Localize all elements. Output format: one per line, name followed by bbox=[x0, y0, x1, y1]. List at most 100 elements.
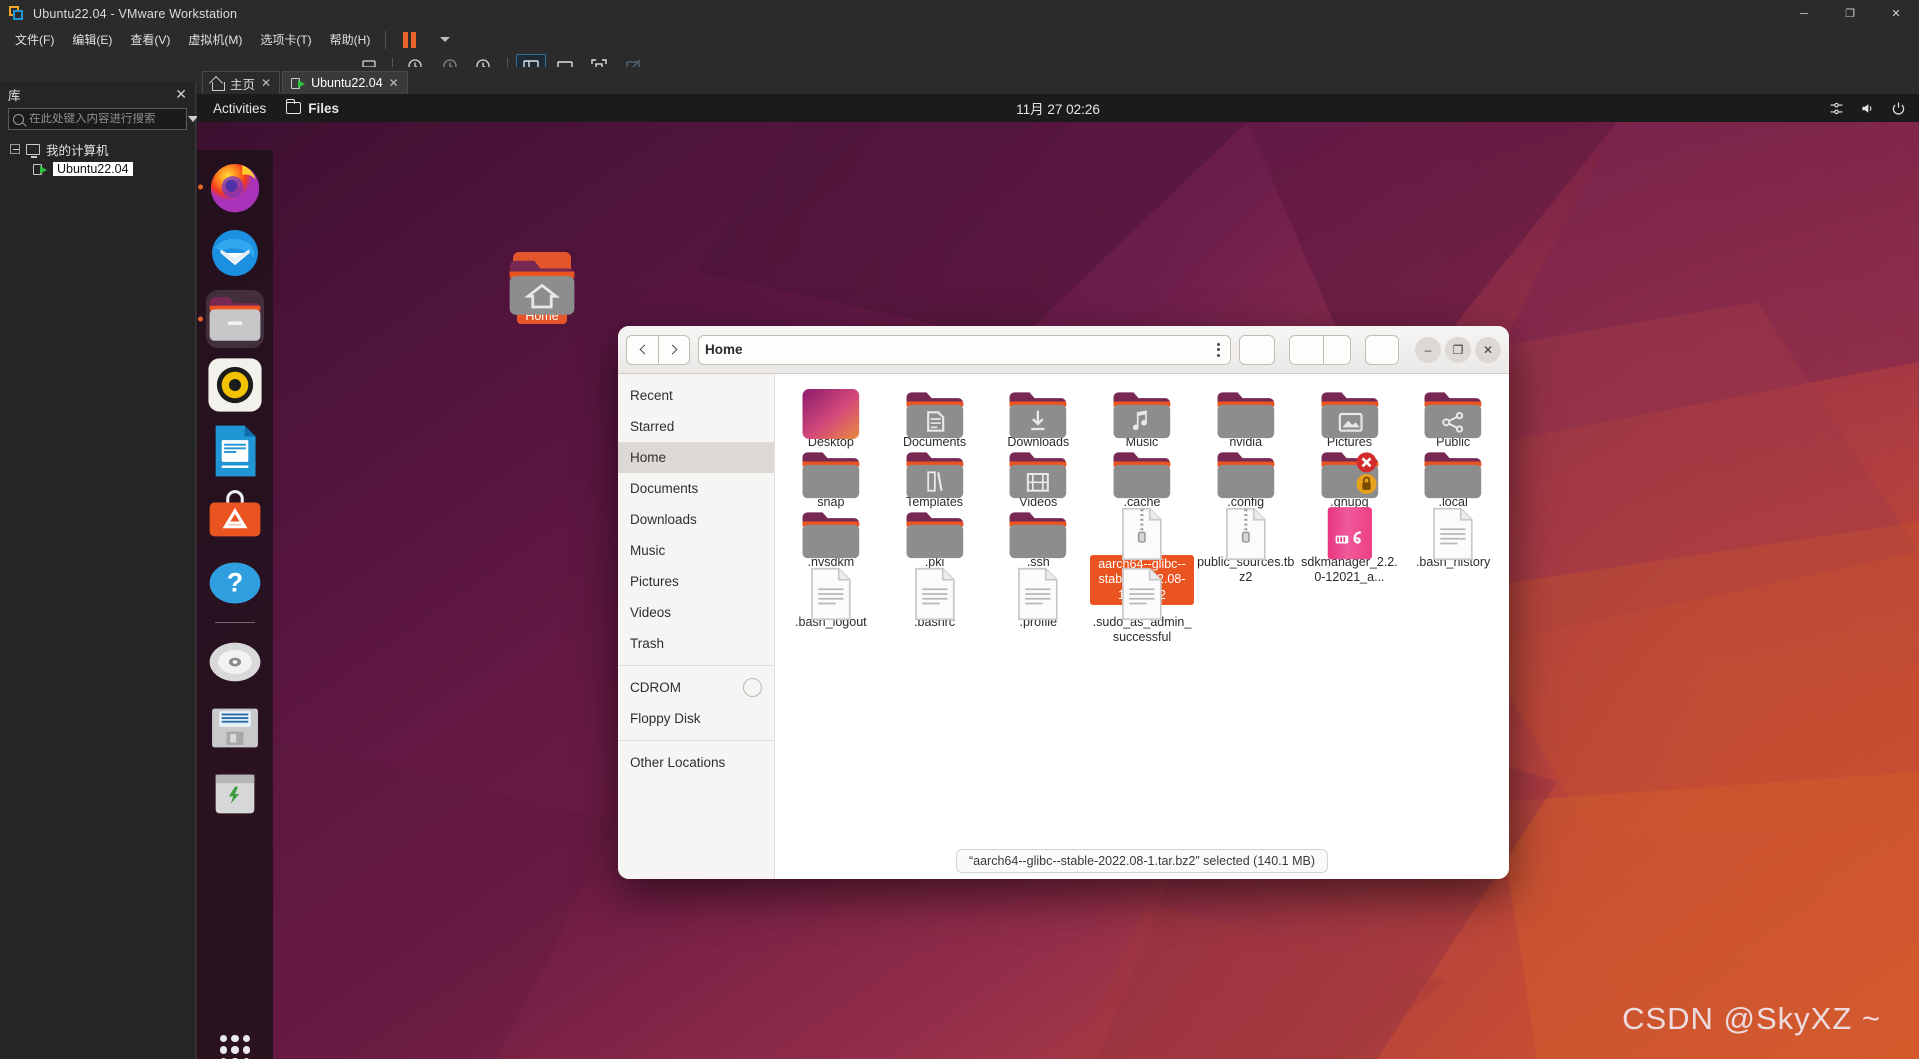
file-item[interactable]: Templates bbox=[883, 444, 987, 509]
file-item[interactable]: .gnupg bbox=[1298, 444, 1402, 509]
ubuntu-software-icon bbox=[209, 490, 261, 537]
dock-item-help[interactable]: ? bbox=[206, 554, 264, 612]
thunderbird-icon bbox=[212, 230, 258, 276]
dock-item-floppy[interactable] bbox=[206, 699, 264, 757]
file-item[interactable]: .config bbox=[1194, 444, 1298, 509]
desktop-wallpaper: ? Home Home – ❐ ✕ Recent Starred Home Do… bbox=[197, 122, 1919, 1059]
vm-icon bbox=[291, 77, 306, 90]
folder-music-icon bbox=[1090, 392, 1194, 439]
dock-item-libreoffice-writer[interactable] bbox=[206, 422, 264, 480]
menu-help[interactable]: 帮助(H) bbox=[321, 28, 380, 51]
file-item[interactable]: .ssh bbox=[986, 504, 1090, 569]
files-sidebar: Recent Starred Home Documents Downloads … bbox=[618, 374, 1284, 879]
file-item[interactable]: .bash_history bbox=[1401, 504, 1505, 569]
tab-close-icon[interactable]: ✕ bbox=[261, 76, 271, 90]
window-title: Ubuntu22.04 - VMware Workstation bbox=[33, 6, 238, 21]
folder-public-icon bbox=[1401, 392, 1505, 439]
tab-label: 主页 bbox=[230, 77, 256, 92]
activities-button[interactable]: Activities bbox=[203, 101, 276, 116]
file-item[interactable]: sdkmanager_2.2.0-12021_a... bbox=[1298, 504, 1402, 584]
dock-item-trash[interactable] bbox=[206, 765, 264, 823]
tree-item-label: Ubuntu22.04 bbox=[53, 162, 133, 176]
file-item[interactable]: .sudo_as_admin_successful bbox=[1090, 564, 1194, 644]
tab-home[interactable]: 主页 ✕ bbox=[202, 71, 281, 94]
files-content-area[interactable]: Desktop Documents Downloads Music nvidia… bbox=[775, 374, 1509, 879]
file-item[interactable]: .cache bbox=[1090, 444, 1194, 509]
dock-item-cdrom[interactable] bbox=[206, 633, 264, 691]
text-file-icon bbox=[1090, 567, 1194, 621]
file-item[interactable]: Videos bbox=[986, 444, 1090, 509]
folder-icon bbox=[285, 99, 302, 114]
file-item[interactable]: .local bbox=[1401, 444, 1505, 509]
file-item[interactable]: .bashrc bbox=[883, 564, 987, 629]
search-icon bbox=[13, 113, 24, 125]
pause-dropdown-button[interactable] bbox=[428, 27, 458, 53]
system-indicators[interactable] bbox=[1828, 100, 1907, 117]
dock-item-firefox[interactable] bbox=[206, 158, 264, 216]
sidebar-item-other-locations[interactable]: Other Locations bbox=[618, 448, 1218, 778]
menu-vm[interactable]: 虚拟机(M) bbox=[179, 28, 251, 51]
computer-icon bbox=[26, 143, 40, 158]
library-close-icon[interactable]: ✕ bbox=[175, 87, 187, 101]
show-applications-button[interactable] bbox=[220, 1035, 250, 1059]
library-search-box[interactable] bbox=[8, 108, 198, 130]
tree-item-label: 我的计算机 bbox=[46, 143, 109, 158]
minimize-button[interactable]: ─ bbox=[1781, 0, 1827, 27]
watermark: CSDN @SkyXZ ~ bbox=[1622, 1001, 1881, 1036]
close-button[interactable]: ✕ bbox=[1873, 0, 1919, 27]
text-file-icon bbox=[1401, 507, 1505, 561]
library-tree: 我的计算机 Ubuntu22.04 bbox=[0, 139, 195, 179]
file-item[interactable]: .pki bbox=[883, 504, 987, 569]
dock-divider bbox=[215, 622, 255, 623]
file-item[interactable]: public_sources.tbz2 bbox=[1194, 504, 1298, 584]
desktop-home-icon[interactable]: Home bbox=[505, 252, 579, 325]
tree-item-my-computer[interactable]: 我的计算机 bbox=[0, 139, 195, 159]
pause-button[interactable] bbox=[394, 27, 424, 53]
archive-icon bbox=[1090, 507, 1194, 561]
tab-ubuntu2204[interactable]: Ubuntu22.04 ✕ bbox=[282, 71, 408, 94]
menu-tabs[interactable]: 选项卡(T) bbox=[251, 28, 320, 51]
folder-icon bbox=[1194, 452, 1298, 499]
files-body: Recent Starred Home Documents Downloads … bbox=[618, 374, 1509, 879]
menu-view[interactable]: 查看(V) bbox=[121, 28, 179, 51]
file-item[interactable]: snap bbox=[779, 444, 883, 509]
menu-file[interactable]: 文件(F) bbox=[6, 28, 63, 51]
vmware-logo-icon bbox=[9, 6, 24, 21]
dock-item-rhythmbox[interactable] bbox=[206, 356, 264, 414]
volume-icon bbox=[1862, 103, 1872, 113]
package-icon bbox=[1298, 507, 1402, 560]
file-item[interactable]: .profile bbox=[986, 564, 1090, 629]
file-item[interactable]: Music bbox=[1090, 384, 1194, 449]
floppy-icon bbox=[212, 708, 258, 748]
ubuntu-top-bar: Activities Files 11月 27 02:26 bbox=[197, 94, 1919, 122]
folder-special-icon bbox=[779, 389, 883, 439]
library-title: 库 bbox=[8, 88, 21, 103]
file-item[interactable]: Desktop bbox=[779, 384, 883, 449]
file-item[interactable]: .bash_logout bbox=[779, 564, 883, 629]
menu-divider bbox=[385, 30, 387, 49]
file-item[interactable]: .nvsdkm bbox=[779, 504, 883, 569]
file-item[interactable]: Downloads bbox=[986, 384, 1090, 449]
file-item[interactable]: nvidia bbox=[1194, 384, 1298, 449]
clock[interactable]: 11月 27 02:26 bbox=[1016, 98, 1100, 118]
maximize-button[interactable]: ❐ bbox=[1827, 0, 1873, 27]
dock-item-files[interactable] bbox=[206, 290, 264, 348]
vm-icon bbox=[33, 163, 47, 176]
file-item-selected[interactable]: aarch64--glibc--stable-2022.08-1.tar.bz2 bbox=[1090, 504, 1194, 605]
dock-item-thunderbird[interactable] bbox=[206, 224, 264, 282]
app-menu-files[interactable]: Files bbox=[276, 99, 349, 116]
status-bar: “aarch64--glibc--stable-2022.08-1.tar.bz… bbox=[955, 849, 1329, 873]
file-item[interactable]: Documents bbox=[883, 384, 987, 449]
dock-item-ubuntu-software[interactable] bbox=[206, 488, 264, 546]
file-item[interactable]: Pictures bbox=[1298, 384, 1402, 449]
file-grid: Desktop Documents Downloads Music nvidia… bbox=[779, 384, 1505, 644]
files-window: Home – ❐ ✕ Recent Starred Home Documents… bbox=[618, 326, 1509, 879]
vmware-workstation-window: Ubuntu22.04 - VMware Workstation ─ ❐ ✕ 文… bbox=[0, 0, 1919, 1059]
expander-icon[interactable] bbox=[10, 144, 20, 154]
file-item[interactable]: Public bbox=[1401, 384, 1505, 449]
guest-screen: Activities Files 11月 27 02:26 ? Home Hom… bbox=[197, 94, 1919, 1059]
library-search-input[interactable] bbox=[29, 113, 183, 125]
tree-item-ubuntu2204[interactable]: Ubuntu22.04 bbox=[0, 159, 195, 179]
tab-close-icon[interactable]: ✕ bbox=[389, 76, 399, 90]
menu-edit[interactable]: 编辑(E) bbox=[63, 28, 121, 51]
